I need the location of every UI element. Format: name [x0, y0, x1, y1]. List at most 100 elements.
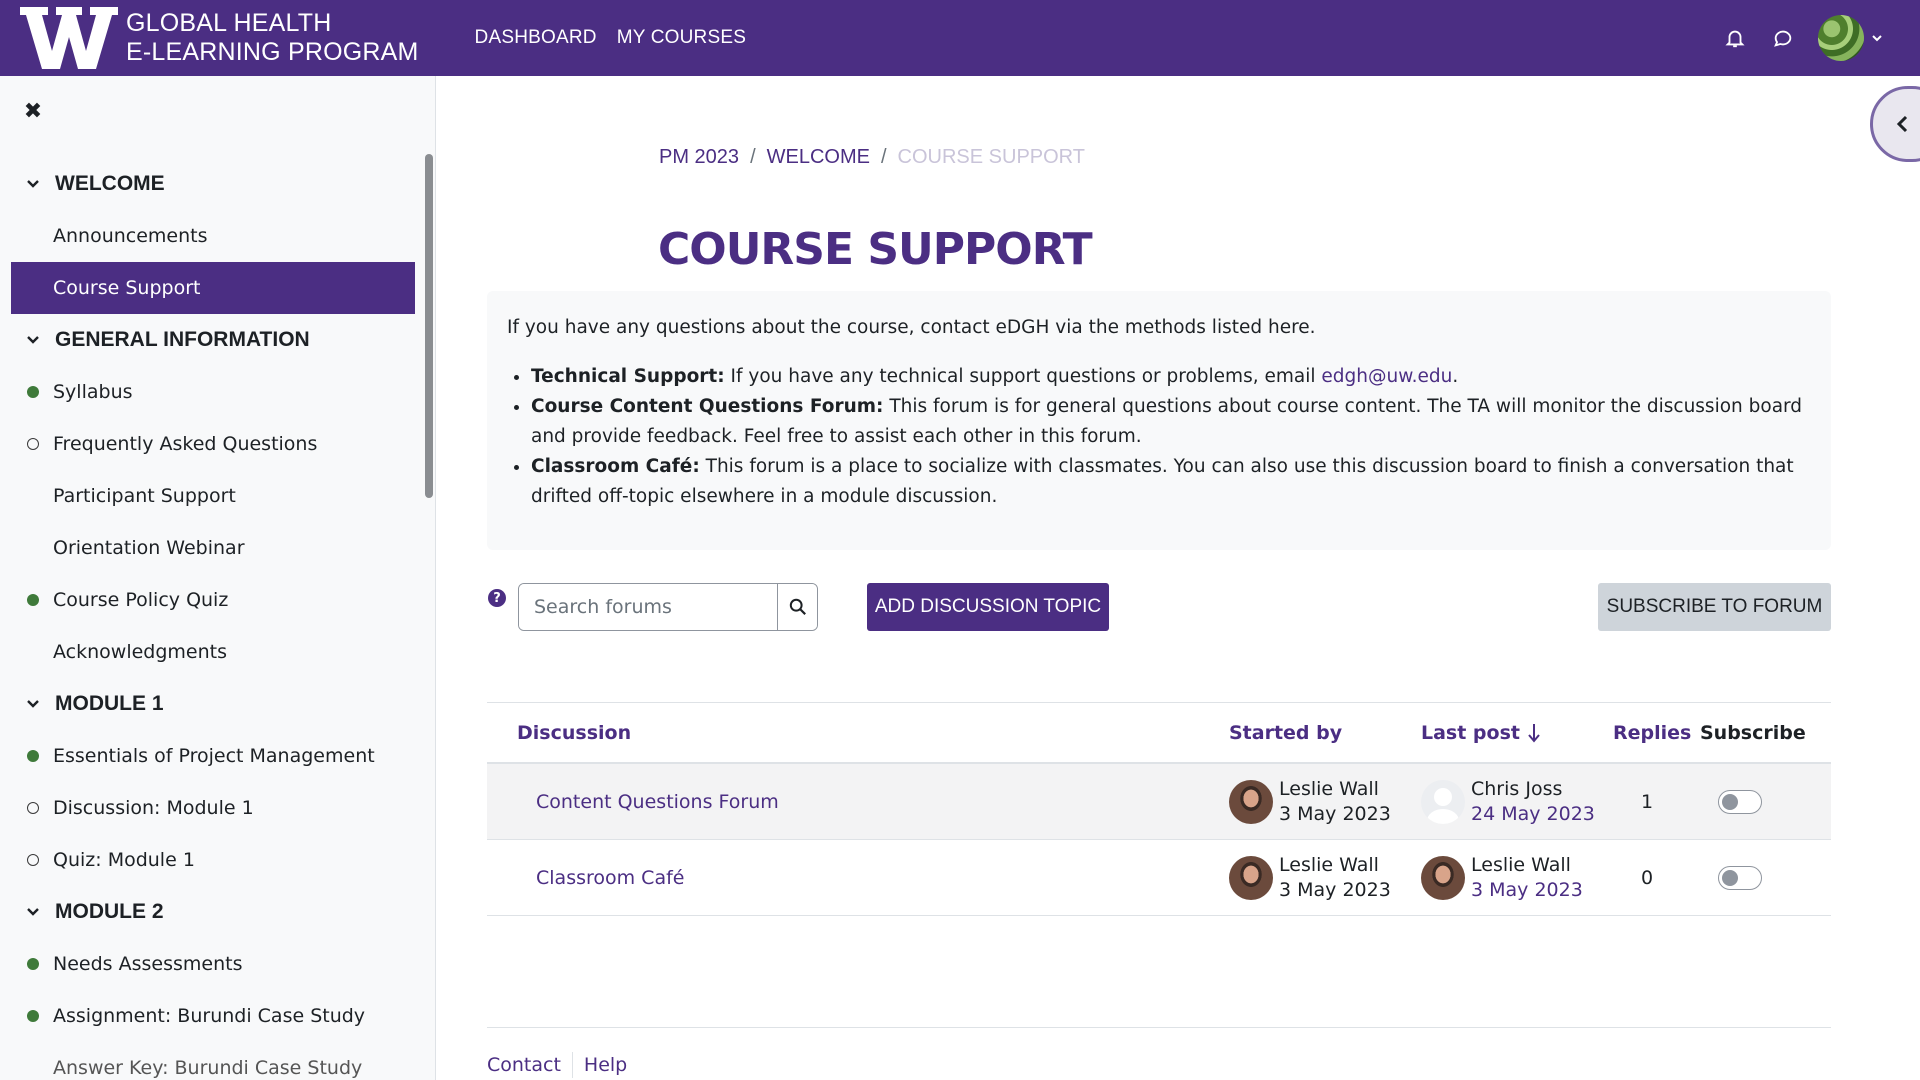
user-menu[interactable] [1818, 15, 1884, 61]
site-logo[interactable]: GLOBAL HEALTH E-LEARNING PROGRAM [18, 0, 419, 76]
course-index-item-label: Announcements [53, 225, 208, 247]
completed-dot-icon [27, 750, 39, 762]
section-header[interactable]: WELCOME [11, 158, 415, 210]
course-index-item-label: Syllabus [53, 381, 133, 403]
incomplete-circle-icon [27, 438, 39, 450]
discussion-topic-link[interactable]: Content Questions Forum [536, 791, 779, 813]
breadcrumb-course[interactable]: PM 2023 [659, 146, 739, 169]
last-post-person: Chris Joss 24 May 2023 [1421, 777, 1595, 827]
subscribe-to-forum-button[interactable]: SUBSCRIBE TO FORUM [1598, 583, 1831, 631]
section-title: MODULE 1 [55, 692, 164, 715]
course-index-item[interactable]: Course Policy Quiz [11, 574, 415, 626]
messages-chat-icon[interactable] [1770, 25, 1796, 51]
course-index-item[interactable]: Syllabus [11, 366, 415, 418]
course-index-item[interactable]: Discussion: Module 1 [11, 782, 415, 834]
section-header[interactable]: MODULE 1 [11, 678, 415, 730]
course-index-item-label: Answer Key: Burundi Case Study [53, 1057, 363, 1079]
footer-contact-link[interactable]: Contact [487, 1054, 561, 1076]
support-email-link[interactable]: edgh@uw.edu [1321, 366, 1452, 387]
avatar[interactable] [1229, 780, 1273, 824]
footer-divider [487, 1027, 1831, 1028]
header-discussion[interactable]: Discussion [517, 722, 631, 744]
section-header[interactable]: GENERAL INFORMATION [11, 314, 415, 366]
nav-my-courses[interactable]: MY COURSES [617, 27, 746, 49]
completed-dot-icon [27, 386, 39, 398]
chevron-left-icon [1896, 115, 1908, 133]
footer-separator [571, 1052, 573, 1078]
section-title: MODULE 2 [55, 900, 164, 923]
section-title: GENERAL INFORMATION [55, 328, 310, 351]
breadcrumb-section[interactable]: WELCOME [767, 146, 870, 169]
course-index-item[interactable]: Needs Assessments [11, 938, 415, 990]
breadcrumb-current: COURSE SUPPORT [897, 146, 1085, 168]
search-submit-button[interactable] [777, 584, 817, 630]
started-by-name: Leslie Wall [1279, 854, 1379, 876]
chevron-down-icon [27, 180, 39, 188]
open-block-drawer-button[interactable] [1870, 86, 1920, 162]
avatar[interactable] [1421, 856, 1465, 900]
last-post-person: Leslie Wall 3 May 2023 [1421, 853, 1583, 903]
completed-dot-icon [27, 1010, 39, 1022]
breadcrumb-separator: / [880, 146, 887, 168]
section-header[interactable]: MODULE 2 [11, 886, 415, 938]
course-index-item[interactable]: Course Support [11, 262, 415, 314]
sort-arrow-down-icon [1528, 723, 1540, 743]
search-forums-input[interactable] [519, 584, 777, 630]
breadcrumb: PM 2023 / WELCOME / COURSE SUPPORT [659, 146, 1085, 169]
search-icon [789, 598, 806, 615]
replies-count: 1 [1641, 791, 1654, 813]
course-index-item-label: Assignment: Burundi Case Study [53, 1005, 366, 1027]
course-index-item[interactable]: Participant Support [11, 470, 415, 522]
page-title: COURSE SUPPORT [658, 224, 1093, 275]
started-date: 3 May 2023 [1279, 803, 1391, 825]
subscribe-toggle[interactable] [1718, 790, 1762, 814]
footer-help-link[interactable]: Help [584, 1054, 627, 1076]
header-started-by[interactable]: Started by [1229, 722, 1342, 744]
chevron-down-icon [27, 908, 39, 916]
help-question-icon[interactable]: ? [488, 589, 506, 607]
last-post-date-link[interactable]: 3 May 2023 [1471, 878, 1583, 903]
course-index-item-label: Participant Support [53, 485, 236, 507]
header-last-post-label: Last post [1421, 721, 1520, 744]
last-post-date-link[interactable]: 24 May 2023 [1471, 802, 1595, 827]
avatar[interactable] [1421, 780, 1465, 824]
subscribe-toggle[interactable] [1718, 866, 1762, 890]
add-discussion-topic-button[interactable]: ADD DISCUSSION TOPIC [867, 583, 1109, 631]
last-post-name: Leslie Wall [1471, 854, 1571, 876]
drawer-scrollbar[interactable] [425, 154, 433, 498]
intro-item-cafe: Classroom Café: This forum is a place to… [531, 452, 1811, 512]
course-index-item[interactable]: Orientation Webinar [11, 522, 415, 574]
breadcrumb-separator: / [750, 146, 756, 168]
discussion-topic-link[interactable]: Classroom Café [536, 867, 684, 889]
intro-item-text: This forum is a place to socialize with … [531, 456, 1794, 507]
course-index-item[interactable]: Assignment: Burundi Case Study [11, 990, 415, 1042]
incomplete-circle-icon [27, 854, 39, 866]
course-index-item[interactable]: Answer Key: Burundi Case Study [11, 1042, 415, 1080]
intro-item-text: If you have any technical support questi… [730, 366, 1322, 387]
top-navbar: GLOBAL HEALTH E-LEARNING PROGRAM DASHBOA… [0, 0, 1920, 76]
intro-item-after: . [1452, 366, 1459, 387]
course-index-item[interactable]: Frequently Asked Questions [11, 418, 415, 470]
course-index-item[interactable]: Announcements [11, 210, 415, 262]
intro-item-content-forum: Course Content Questions Forum: This for… [531, 392, 1811, 452]
course-index-item[interactable]: Essentials of Project Management [11, 730, 415, 782]
completed-dot-icon [27, 594, 39, 606]
completed-dot-icon [27, 958, 39, 970]
intro-item-title: Technical Support: [531, 366, 725, 387]
nav-dashboard[interactable]: DASHBOARD [475, 27, 597, 49]
intro-lead: If you have any questions about the cour… [507, 317, 1316, 338]
course-index-item[interactable]: Quiz: Module 1 [11, 834, 415, 886]
close-drawer-icon[interactable]: ✖ [22, 99, 44, 124]
header-last-post[interactable]: Last post [1421, 722, 1540, 744]
header-replies[interactable]: Replies [1613, 722, 1691, 744]
discussion-list: Discussion Started by Last post Replies … [487, 702, 1831, 916]
course-index-item-label: Frequently Asked Questions [53, 433, 318, 455]
notifications-bell-icon[interactable] [1722, 25, 1748, 51]
avatar[interactable] [1229, 856, 1273, 900]
course-index-item[interactable]: Acknowledgments [11, 626, 415, 678]
table-row: Classroom Café Leslie Wall 3 May 2023 Le… [487, 840, 1831, 916]
course-index-item-label: Essentials of Project Management [53, 745, 375, 767]
